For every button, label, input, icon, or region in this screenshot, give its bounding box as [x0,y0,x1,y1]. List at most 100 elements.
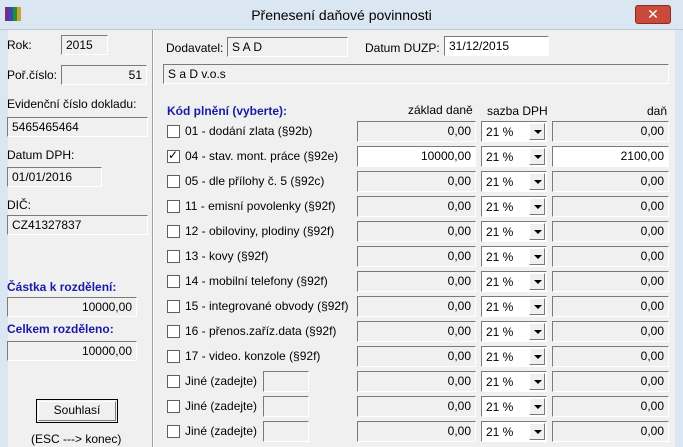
sazba-dph-select[interactable]: 21 % [481,146,547,167]
dan-field[interactable]: 0,00 [552,396,669,417]
zaklad-dane-field[interactable]: 0,00 [357,246,476,267]
zaklad-dane-field[interactable]: 0,00 [357,196,476,217]
sazba-dph-value: 21 % [486,200,514,214]
sazba-dph-select[interactable]: 21 % [481,171,547,192]
dic-field[interactable]: CZ41327837 [7,215,148,235]
sazba-dph-value: 21 % [486,375,514,389]
zaklad-dane-field[interactable]: 0,00 [357,121,476,142]
chevron-down-icon[interactable] [529,348,545,365]
zaklad-dane-field[interactable]: 0,00 [357,421,476,442]
sazba-dph-select[interactable]: 21 % [481,121,547,142]
sazba-dph-value: 21 % [486,175,514,189]
souhlasi-button-label: Souhlasí [53,403,101,417]
row-code-label: 14 - mobilní telefony (§92f) [185,274,328,288]
chevron-down-icon[interactable] [529,323,545,340]
row-code-label: 04 - stav. mont. práce (§92e) [185,149,339,163]
row-code-label: 12 - obiloviny, plodiny (§92f) [185,224,335,238]
chevron-down-icon[interactable] [529,273,545,290]
sazba-dph-select[interactable]: 21 % [481,371,547,392]
close-icon: ✕ [647,6,659,22]
zaklad-dane-field[interactable]: 0,00 [357,221,476,242]
row-checkbox[interactable] [167,200,180,213]
row-checkbox[interactable] [167,300,180,313]
row-code-label: 13 - kovy (§92f) [185,249,269,263]
sazba-dph-value: 21 % [486,225,514,239]
sazba-dph-select[interactable]: 21 % [481,246,547,267]
dan-field[interactable]: 0,00 [552,221,669,242]
chevron-down-icon[interactable] [529,148,545,165]
custom-code-field[interactable] [263,371,309,392]
sazba-dph-select[interactable]: 21 % [481,221,547,242]
chevron-down-icon[interactable] [529,248,545,265]
celkem-label: Celkem rozděleno: [7,322,114,336]
row-checkbox[interactable] [167,148,180,163]
close-button[interactable]: ✕ [635,5,671,24]
panel-separator [152,30,154,447]
sazba-dph-select[interactable]: 21 % [481,396,547,417]
zaklad-dane-field[interactable]: 0,00 [357,396,476,417]
dan-field[interactable]: 0,00 [552,246,669,267]
zaklad-dane-field[interactable]: 0,00 [357,171,476,192]
zaklad-dane-field[interactable]: 0,00 [357,321,476,342]
chevron-down-icon[interactable] [529,423,545,440]
supplier-name-field: S a D v.o.s [163,64,669,84]
sazba-dph-select[interactable]: 21 % [481,321,547,342]
dan-field[interactable]: 0,00 [552,321,669,342]
sazba-dph-select[interactable]: 21 % [481,196,547,217]
chevron-down-icon[interactable] [529,173,545,190]
datum-dph-field[interactable]: 01/01/2016 [7,167,102,187]
custom-code-field[interactable] [263,421,309,442]
duzp-field[interactable]: 31/12/2015 [444,36,549,56]
por-cislo-label: Poř.číslo: [7,68,58,82]
row-checkbox[interactable] [167,275,180,288]
row-checkbox[interactable] [167,125,180,138]
sazba-dph-value: 21 % [486,425,514,439]
chevron-down-icon[interactable] [529,123,545,140]
zaklad-dane-field[interactable]: 0,00 [357,346,476,367]
row-checkbox[interactable] [167,175,180,188]
row-checkbox[interactable] [167,375,180,388]
datum-dph-label: Datum DPH: [7,148,75,162]
sazba-dph-value: 21 % [486,400,514,414]
evid-cislo-label: Evidenční číslo dokladu: [7,97,137,111]
dan-field[interactable]: 0,00 [552,271,669,292]
row-checkbox[interactable] [167,225,180,238]
chevron-down-icon[interactable] [529,223,545,240]
dan-field[interactable]: 0,00 [552,346,669,367]
row-checkbox[interactable] [167,250,180,263]
sazba-dph-select[interactable]: 21 % [481,346,547,367]
dan-field[interactable]: 0,00 [552,371,669,392]
dan-field[interactable]: 2100,00 [552,146,669,167]
custom-code-field[interactable] [263,396,309,417]
chevron-down-icon[interactable] [529,373,545,390]
dan-field[interactable]: 0,00 [552,171,669,192]
dic-label: DIČ: [7,198,31,212]
sazba-dph-select[interactable]: 21 % [481,271,547,292]
dan-field[interactable]: 0,00 [552,196,669,217]
souhlasi-button[interactable]: Souhlasí [36,399,118,423]
row-checkbox[interactable] [167,350,180,363]
dan-field[interactable]: 0,00 [552,296,669,317]
row-checkbox[interactable] [167,325,180,338]
duzp-label: Datum DUZP: [365,41,440,55]
dodavatel-field: S A D [227,37,348,57]
chevron-down-icon[interactable] [529,398,545,415]
rok-label: Rok: [7,38,32,52]
dan-field[interactable]: 0,00 [552,121,669,142]
row-checkbox[interactable] [167,400,180,413]
chevron-down-icon[interactable] [529,198,545,215]
dan-field[interactable]: 0,00 [552,421,669,442]
esc-hint: (ESC ---> konec) [31,432,122,446]
zaklad-dane-field[interactable]: 0,00 [357,271,476,292]
row-code-label: 16 - přenos.zaříz.data (§92f) [185,324,337,338]
zaklad-dane-field[interactable]: 0,00 [357,371,476,392]
sazba-dph-select[interactable]: 21 % [481,296,547,317]
chevron-down-icon[interactable] [529,298,545,315]
row-checkbox[interactable] [167,425,180,438]
zaklad-dane-field[interactable]: 10000,00 [357,146,476,167]
dan-header: daň [647,104,668,118]
zaklad-dane-field[interactable]: 0,00 [357,296,476,317]
evid-cislo-field[interactable]: 5465465464 [7,117,148,137]
sazba-dph-select[interactable]: 21 % [481,421,547,442]
sazba-dph-value: 21 % [486,250,514,264]
